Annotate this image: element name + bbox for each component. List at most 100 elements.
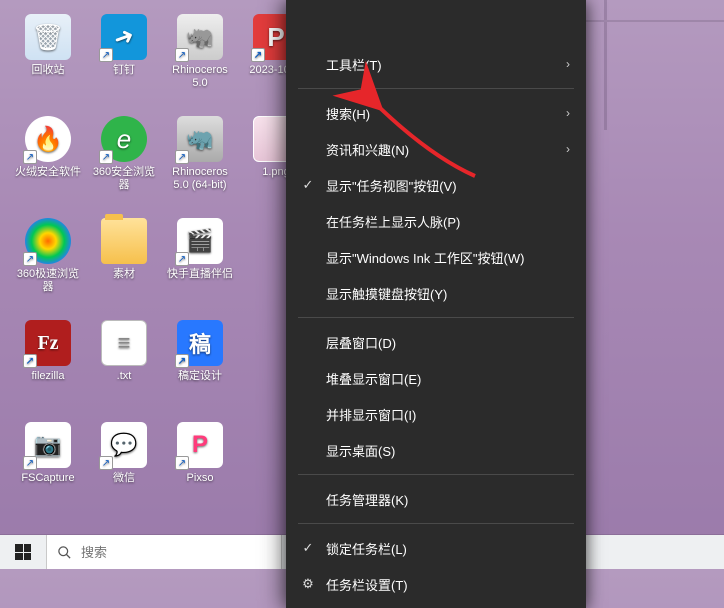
menu-separator xyxy=(298,317,574,318)
taskbar-context-menu: 工具栏(T)›搜索(H)›资讯和兴趣(N)›✓显示"任务视图"按钮(V)在任务栏… xyxy=(286,0,586,608)
shortcut-overlay-icon: ↗ xyxy=(251,48,265,62)
context-menu-item-label: 显示触摸键盘按钮(Y) xyxy=(326,284,570,303)
desktop-icon-label: Pixso xyxy=(187,472,214,485)
desktop-icon-label: Rhinoceros 5.0 (64-bit) xyxy=(164,166,236,192)
desktop-icon[interactable]: ↗ 稿定设计 xyxy=(164,316,236,412)
context-menu-item-label: 显示桌面(S) xyxy=(326,441,570,460)
desktop-icon[interactable]: ↗ 快手直播伴侣 xyxy=(164,214,236,310)
desktop-icon-label: 快手直播伴侣 xyxy=(167,268,233,281)
context-menu-item-label: 层叠窗口(D) xyxy=(326,333,570,352)
chevron-right-icon: › xyxy=(566,57,570,71)
taskbar-search-box[interactable] xyxy=(46,535,282,569)
context-menu-item[interactable]: ⚙ 任务栏设置(T) xyxy=(286,566,586,602)
shortcut-overlay-icon: ↗ xyxy=(23,456,37,470)
context-menu-item[interactable]: 搜索(H)› xyxy=(286,95,586,131)
app-icon: ↗ xyxy=(177,320,223,366)
app-icon xyxy=(101,320,147,366)
app-icon: ↗ xyxy=(177,116,223,162)
context-menu-item[interactable]: 资讯和兴趣(N)› xyxy=(286,131,586,167)
desktop-icon-label: 火绒安全软件 xyxy=(15,166,81,179)
desktop-icon[interactable]: 回收站 xyxy=(12,10,84,106)
shortcut-overlay-icon: ↗ xyxy=(99,456,113,470)
app-icon: ↗ xyxy=(177,422,223,468)
context-menu-item[interactable]: 显示"Windows Ink 工作区"按钮(W) xyxy=(286,239,586,275)
desktop-icon[interactable]: ↗微信 xyxy=(88,418,160,514)
windows-logo-icon xyxy=(15,544,31,560)
desktop-icon[interactable]: ↗ Rhinoceros 5.0 (64-bit) xyxy=(164,112,236,208)
context-menu-item-label: 任务栏设置(T) xyxy=(326,575,570,594)
desktop-icon-label: 360极速浏览器 xyxy=(12,268,84,294)
context-menu-item[interactable]: 任务管理器(K) xyxy=(286,481,586,517)
desktop-icon-label: .txt xyxy=(117,370,132,383)
menu-separator xyxy=(298,88,574,89)
context-menu-item-label: 工具栏(T) xyxy=(326,55,566,74)
context-menu-item[interactable]: 并排显示窗口(I) xyxy=(286,396,586,432)
desktop-icon[interactable]: ↗钉钉 xyxy=(88,10,160,106)
context-menu-item-label: 并排显示窗口(I) xyxy=(326,405,570,424)
app-icon: ↗ xyxy=(177,218,223,264)
context-menu-item-label: 任务管理器(K) xyxy=(326,490,570,509)
desktop-icon-label: filezilla xyxy=(31,370,64,383)
chevron-right-icon: › xyxy=(566,106,570,120)
desktop-icon-label: 稿定设计 xyxy=(178,370,222,383)
context-menu-item[interactable]: ✓显示"任务视图"按钮(V) xyxy=(286,167,586,203)
context-menu-item-label: 搜索(H) xyxy=(326,104,566,123)
context-menu-item-label: 资讯和兴趣(N) xyxy=(326,140,566,159)
app-icon: ↗ xyxy=(177,14,223,60)
context-menu-item-label: 堆叠显示窗口(E) xyxy=(326,369,570,388)
desktop-icon[interactable]: ↗ 360安全浏览器 xyxy=(88,112,160,208)
app-icon xyxy=(101,218,147,264)
shortcut-overlay-icon: ↗ xyxy=(175,354,189,368)
app-icon: ↗ xyxy=(25,218,71,264)
menu-separator xyxy=(298,474,574,475)
taskbar-search-input[interactable] xyxy=(81,535,281,569)
shortcut-overlay-icon: ↗ xyxy=(23,150,37,164)
context-menu-item[interactable]: 在任务栏上显示人脉(P) xyxy=(286,203,586,239)
desktop-icon-label: Rhinoceros 5.0 xyxy=(164,64,236,90)
context-menu-item[interactable]: 显示触摸键盘按钮(Y) xyxy=(286,275,586,311)
shortcut-overlay-icon: ↗ xyxy=(175,456,189,470)
desktop-icon[interactable]: ↗ Pixso xyxy=(164,418,236,514)
chevron-right-icon: › xyxy=(566,142,570,156)
shortcut-overlay-icon: ↗ xyxy=(23,354,37,368)
desktop-icon-label: 微信 xyxy=(113,472,135,485)
shortcut-overlay-icon: ↗ xyxy=(175,48,189,62)
desktop-icon[interactable]: ↗ Rhinoceros 5.0 xyxy=(164,10,236,106)
context-menu-item-label: 显示"Windows Ink 工作区"按钮(W) xyxy=(326,248,570,267)
desktop-icon[interactable]: ↗ filezilla xyxy=(12,316,84,412)
desktop-icon[interactable]: 素材 xyxy=(88,214,160,310)
app-icon: ↗ xyxy=(101,116,147,162)
context-menu-item-label: 在任务栏上显示人脉(P) xyxy=(326,212,570,231)
app-icon: ↗ xyxy=(101,14,147,60)
context-menu-item[interactable]: 工具栏(T)› xyxy=(286,46,586,82)
context-menu-item[interactable]: 显示桌面(S) xyxy=(286,432,586,468)
app-icon: ↗ xyxy=(25,320,71,366)
context-menu-item[interactable]: 堆叠显示窗口(E) xyxy=(286,360,586,396)
shortcut-overlay-icon: ↗ xyxy=(99,48,113,62)
desktop-icon[interactable]: .txt xyxy=(88,316,160,412)
desktop-icon-label: 360安全浏览器 xyxy=(88,166,160,192)
desktop-icon[interactable]: ↗ 火绒安全软件 xyxy=(12,112,84,208)
app-icon xyxy=(25,14,71,60)
desktop-icon[interactable]: ↗ FSCapture xyxy=(12,418,84,514)
checkmark-icon: ✓ xyxy=(298,177,318,193)
checkmark-icon: ✓ xyxy=(298,540,318,556)
search-icon xyxy=(47,545,81,560)
context-menu-item[interactable]: ✓ 锁定任务栏(L) xyxy=(286,530,586,566)
desktop-icon[interactable]: ↗ 360极速浏览器 xyxy=(12,214,84,310)
desktop-icon-label: 钉钉 xyxy=(113,64,135,77)
context-menu-item-label: 锁定任务栏(L) xyxy=(326,539,570,558)
app-icon: ↗ xyxy=(25,422,71,468)
desktop-icon-label: 素材 xyxy=(113,268,135,281)
gear-icon: ⚙ xyxy=(298,576,318,592)
shortcut-overlay-icon: ↗ xyxy=(99,150,113,164)
desktop-icon-label: FSCapture xyxy=(21,472,74,485)
start-button[interactable] xyxy=(0,535,46,569)
desktop-icon-label: 回收站 xyxy=(32,64,65,77)
context-menu-item[interactable]: 层叠窗口(D) xyxy=(286,324,586,360)
shortcut-overlay-icon: ↗ xyxy=(175,252,189,266)
app-icon: ↗ xyxy=(25,116,71,162)
app-icon: ↗ xyxy=(101,422,147,468)
menu-separator xyxy=(298,523,574,524)
shortcut-overlay-icon: ↗ xyxy=(23,252,37,266)
